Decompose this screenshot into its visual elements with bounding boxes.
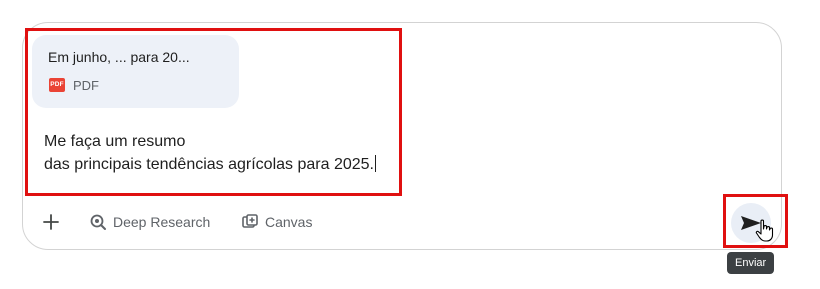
highlight-box-prompt [25, 28, 402, 196]
plus-icon [43, 214, 59, 230]
add-button[interactable] [42, 211, 60, 233]
canvas-button[interactable]: Canvas [241, 211, 312, 233]
highlight-box-send [723, 194, 788, 248]
deep-research-button[interactable]: Deep Research [89, 211, 210, 233]
send-tooltip: Enviar [727, 252, 775, 274]
deep-research-icon [90, 214, 106, 230]
canvas-label: Canvas [265, 214, 313, 230]
deep-research-label: Deep Research [113, 214, 211, 230]
canvas-icon [242, 214, 258, 228]
